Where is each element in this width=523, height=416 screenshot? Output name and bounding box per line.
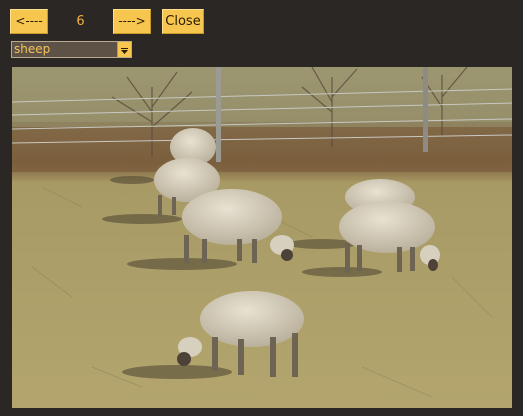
sheep-photo	[12, 67, 512, 408]
category-select-value: sheep	[14, 42, 51, 56]
category-select[interactable]: sheep	[11, 41, 132, 58]
image-counter: 6	[76, 13, 85, 29]
next-button[interactable]: ---->	[113, 8, 151, 34]
chevron-down-icon[interactable]	[117, 42, 131, 57]
toolbar: <---- 6 ----> Close	[10, 8, 204, 34]
previous-button[interactable]: <----	[10, 8, 48, 34]
close-button[interactable]: Close	[162, 8, 204, 34]
